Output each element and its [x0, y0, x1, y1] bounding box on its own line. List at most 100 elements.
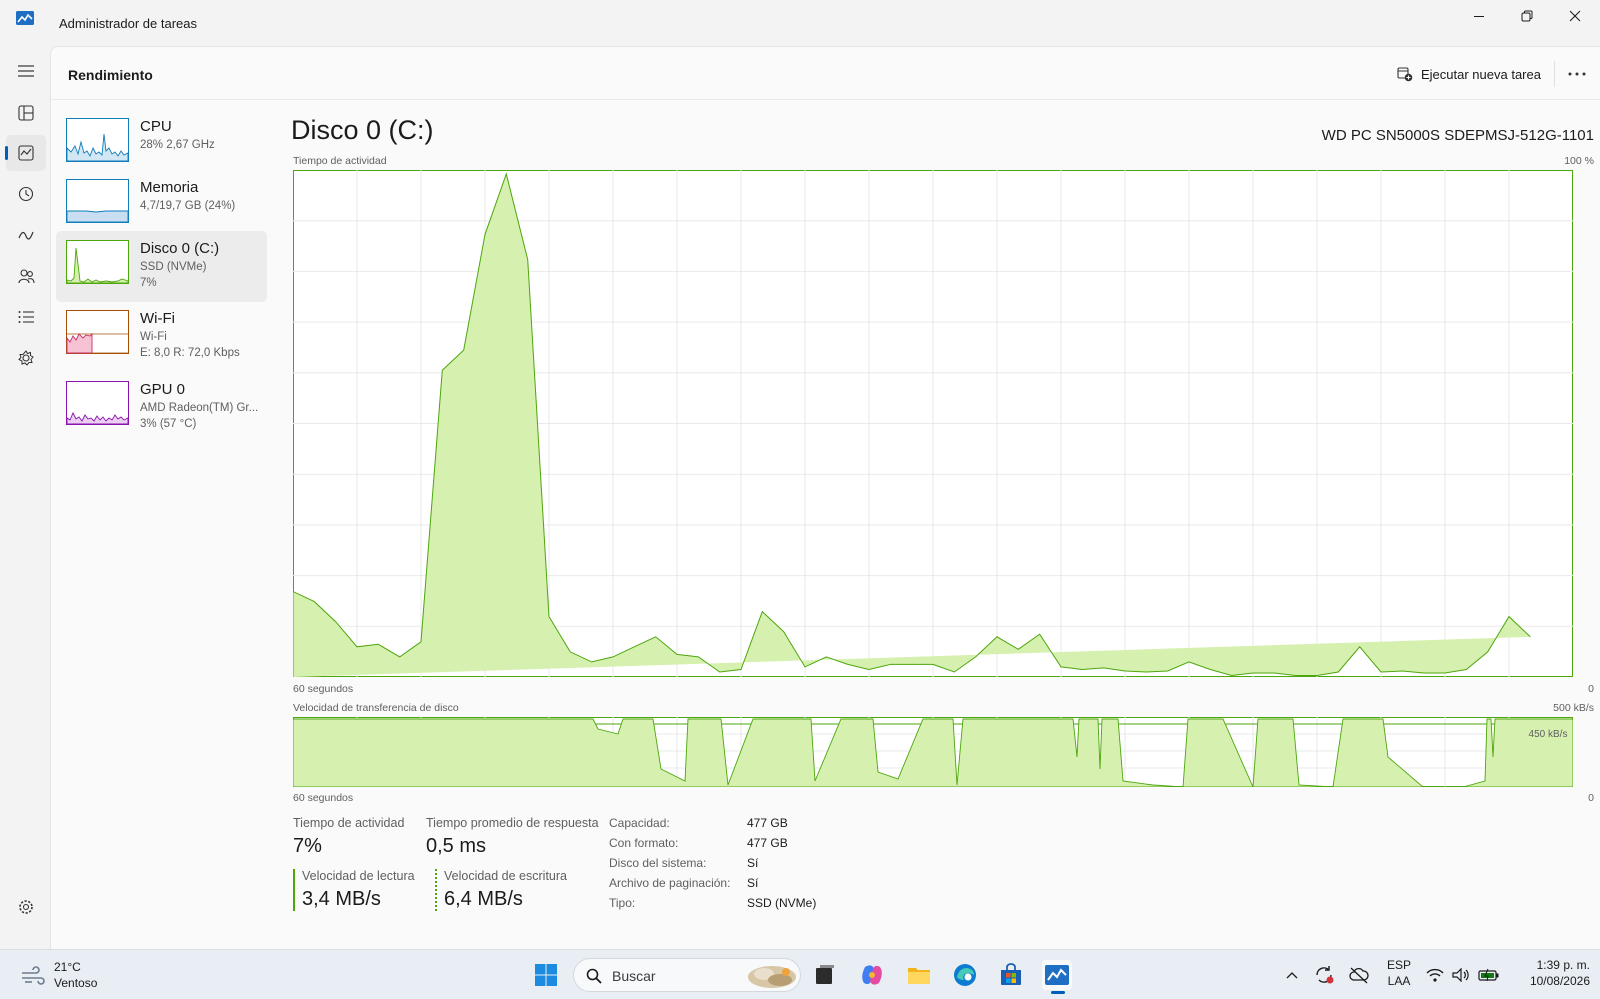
prop-type-value: SSD (NVMe) — [747, 896, 817, 910]
start-button[interactable] — [531, 960, 561, 990]
edge-icon — [954, 964, 976, 986]
quick-settings-button[interactable] — [1426, 960, 1502, 990]
device-name: Wi-Fi — [140, 310, 175, 327]
run-new-task-button[interactable]: Ejecutar nueva tarea — [1397, 61, 1541, 87]
device-disk[interactable]: Disco 0 (C:) SSD (NVMe) 7% — [56, 231, 267, 302]
write-speed-marker — [435, 869, 437, 911]
services-icon — [18, 350, 34, 366]
more-options-button[interactable] — [1564, 61, 1590, 87]
taskbar-search[interactable]: Buscar — [573, 958, 801, 992]
nav-settings[interactable] — [6, 889, 46, 925]
minimize-button[interactable] — [1456, 0, 1502, 32]
device-usage: 3% (57 °C) — [140, 418, 197, 430]
nav-performance[interactable] — [5, 135, 46, 171]
task-view-button[interactable] — [810, 960, 840, 990]
device-name: CPU — [140, 118, 172, 135]
disk-thumbnail — [66, 240, 129, 284]
search-highlight-image — [748, 966, 796, 988]
page-header: Rendimiento Ejecutar nueva tarea — [51, 47, 1600, 100]
chevron-up-icon — [1286, 972, 1298, 979]
task-view-icon — [816, 965, 834, 984]
prop-capacity-value: 477 GB — [747, 816, 788, 830]
prop-pagefile-value: Sí — [747, 876, 759, 890]
prop-system-disk-key: Disco del sistema: — [609, 856, 707, 870]
device-detail: 4,7/19,7 GB (24%) — [140, 200, 236, 212]
startup-icon — [18, 231, 34, 240]
wind-icon — [22, 966, 45, 985]
new-task-icon — [1397, 67, 1413, 82]
nav-services[interactable] — [6, 340, 46, 376]
nav-users[interactable] — [6, 258, 46, 294]
activity-chart-label: Tiempo de actividad — [293, 155, 387, 167]
disk-title: Disco 0 (C:) — [291, 115, 434, 145]
page-title: Rendimiento — [68, 67, 153, 83]
volume-icon — [1452, 968, 1469, 982]
read-speed-label: Velocidad de lectura — [302, 869, 415, 883]
prop-type-key: Tipo: — [609, 896, 636, 910]
nav-app-history[interactable] — [6, 176, 46, 212]
edge-button[interactable] — [950, 960, 980, 990]
store-button[interactable] — [996, 960, 1026, 990]
gpu-thumbnail — [66, 381, 129, 425]
users-icon — [17, 269, 35, 284]
transfer-mark-label: 450 kB/s — [1529, 729, 1568, 740]
hamburger-button[interactable] — [6, 53, 46, 89]
nav-details[interactable] — [6, 299, 46, 335]
prop-formatted-value: 477 GB — [747, 836, 788, 850]
read-speed-marker — [293, 869, 295, 911]
activity-chart-max: 100 % — [1564, 155, 1594, 167]
restore-button[interactable] — [1504, 0, 1550, 32]
device-wifi[interactable]: Wi-Fi Wi-Fi E: 8,0 R: 72,0 Kbps — [56, 301, 267, 372]
task-manager-taskbar-button[interactable] — [1042, 960, 1072, 994]
sync-status-button[interactable] — [1309, 960, 1339, 990]
weather-temp: 21°C — [54, 960, 81, 974]
copilot-button[interactable] — [857, 960, 887, 990]
device-detail: SSD (NVMe) — [140, 261, 207, 273]
activity-time-right: 0 — [1588, 683, 1594, 695]
folder-icon — [908, 968, 930, 984]
clock-date: 10/08/2026 — [1529, 974, 1590, 988]
nav-processes[interactable] — [6, 95, 46, 131]
device-throughput: E: 8,0 R: 72,0 Kbps — [140, 347, 240, 359]
settings-icon — [19, 900, 33, 914]
wifi-icon — [1426, 968, 1444, 982]
transfer-area — [293, 718, 1573, 787]
hamburger-icon — [18, 65, 34, 77]
weather-widget[interactable]: 21°C Ventoso — [18, 960, 108, 992]
activity-chart — [293, 170, 1573, 677]
app-history-icon — [18, 186, 34, 202]
prop-pagefile-key: Archivo de paginación: — [609, 876, 731, 890]
close-button[interactable] — [1552, 0, 1598, 32]
navigation-rail — [0, 46, 50, 949]
memory-thumbnail — [66, 179, 129, 223]
device-gpu[interactable]: GPU 0 AMD Radeon(TM) Gr... 3% (57 °C) — [56, 372, 267, 443]
wifi-thumbnail — [66, 310, 129, 354]
main-panel: Rendimiento Ejecutar nueva tarea CPU 28%… — [50, 46, 1600, 949]
device-detail: AMD Radeon(TM) Gr... — [140, 402, 259, 414]
taskbar: 21°C Ventoso Buscar ESP LAA 1:39 p. m. 1… — [0, 949, 1600, 999]
response-time-value: 0,5 ms — [426, 835, 487, 857]
search-icon — [586, 968, 602, 984]
cloud-off-icon — [1349, 967, 1369, 984]
details-icon — [18, 311, 34, 323]
cpu-thumbnail — [66, 118, 129, 162]
processes-icon — [18, 105, 34, 121]
device-usage: 7% — [140, 277, 157, 289]
response-time-label: Tiempo promedio de respuesta — [426, 816, 599, 830]
read-speed-value: 3,4 MB/s — [302, 888, 381, 910]
device-name: Memoria — [140, 179, 199, 196]
close-icon — [1569, 10, 1581, 22]
nav-startup[interactable] — [6, 217, 46, 253]
tray-overflow-button[interactable] — [1277, 960, 1307, 990]
cloud-status-button[interactable] — [1344, 960, 1374, 990]
clock[interactable]: 1:39 p. m. 10/08/2026 — [1510, 958, 1590, 992]
more-icon — [1568, 72, 1586, 76]
title-bar: Administrador de tareas — [0, 0, 1600, 46]
run-new-task-label: Ejecutar nueva tarea — [1421, 66, 1541, 82]
active-time-label: Tiempo de actividad — [293, 816, 405, 830]
device-name: GPU 0 — [140, 381, 186, 398]
file-explorer-button[interactable] — [904, 960, 934, 990]
prop-formatted-key: Con formato: — [609, 836, 679, 850]
language-indicator[interactable]: ESP LAA — [1384, 958, 1414, 992]
task-manager-icon — [16, 11, 34, 25]
